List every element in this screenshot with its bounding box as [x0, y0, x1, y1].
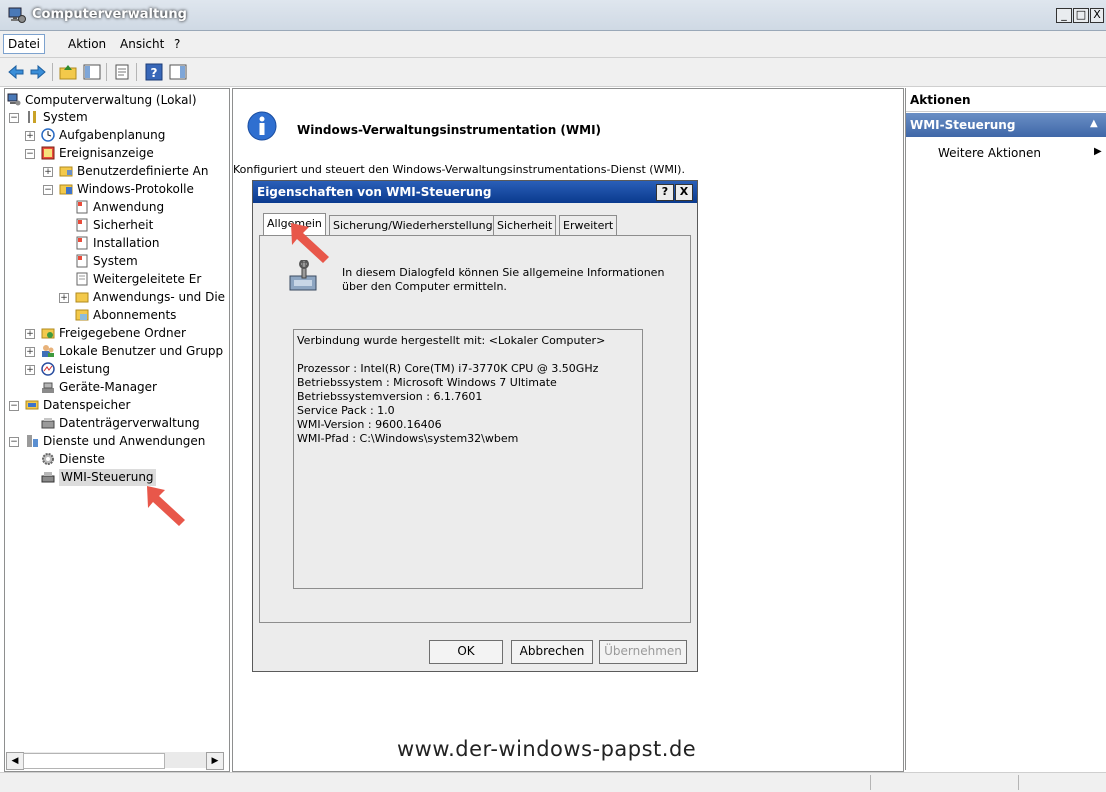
info-connection: Verbindung wurde hergestellt mit: <Lokal… [297, 334, 606, 347]
show-tree-icon[interactable] [82, 62, 102, 82]
actions-section-label: WMI-Steuerung [910, 118, 1016, 132]
status-bar [0, 772, 1106, 792]
intro-line-2: über den Computer ermitteln. [342, 280, 507, 293]
properties-icon[interactable] [112, 62, 132, 82]
menu-bar: Datei Aktion Ansicht ? [0, 31, 1106, 58]
collapse-icon[interactable]: − [9, 113, 19, 123]
red-arrow-icon [147, 486, 185, 526]
tab-sicherheit[interactable]: Sicherheit [493, 215, 557, 236]
menu-ansicht[interactable]: Ansicht [116, 37, 168, 51]
subscription-icon [75, 309, 89, 321]
actions-section-header[interactable]: WMI-Steuerung ▲ [906, 113, 1106, 137]
computer-management-icon [8, 7, 26, 23]
folder-icon [75, 292, 89, 303]
collapse-up-icon[interactable]: ▲ [1090, 118, 1098, 129]
expand-icon[interactable]: + [25, 131, 35, 141]
tree-horizontal-scrollbar[interactable]: ◀ ▶ [6, 752, 224, 770]
menu-datei[interactable]: Datei [3, 34, 46, 54]
expand-icon[interactable]: + [43, 167, 53, 177]
storage-icon [25, 400, 39, 410]
forward-arrow-icon[interactable] [28, 62, 48, 82]
dialog-title: Eigenschaften von WMI-Steuerung [257, 185, 492, 199]
log-icon [76, 236, 88, 250]
help-icon[interactable]: ? [144, 62, 164, 82]
info-wmi-path: WMI-Pfad : C:\Windows\system32\wbem [297, 432, 519, 445]
info-os-version: Betriebssystemversion : 6.1.7601 [297, 390, 483, 403]
red-arrow-icon [291, 223, 329, 263]
info-box: Verbindung wurde hergestellt mit: <Lokal… [293, 329, 643, 589]
tab-erweitert[interactable]: Erweitert [559, 215, 618, 236]
tab-sicherung[interactable]: Sicherung/Wiederherstellung [329, 215, 497, 236]
expand-icon[interactable]: + [25, 329, 35, 339]
users-icon [42, 345, 54, 357]
dialog-close-button[interactable]: X [675, 184, 693, 201]
tools-icon [28, 111, 36, 123]
info-os: Betriebssystem : Microsoft Windows 7 Ult… [297, 376, 557, 389]
wmi-tools-icon [289, 260, 317, 291]
expand-icon[interactable]: + [59, 293, 69, 303]
toolbar: ? [0, 58, 1106, 87]
collapse-icon[interactable]: − [25, 149, 35, 159]
log-icon [76, 200, 88, 214]
maximize-button[interactable]: □ [1073, 8, 1089, 23]
info-service-pack: Service Pack : 1.0 [297, 404, 395, 417]
show-actions-icon[interactable] [168, 62, 188, 82]
menu-aktion[interactable]: Aktion [64, 37, 110, 51]
log-icon [76, 254, 88, 268]
content-description: Konfiguriert und steuert den Windows-Ver… [233, 163, 685, 176]
content-heading: Windows-Verwaltungsinstrumentation (WMI) [297, 123, 602, 137]
actions-more[interactable]: Weitere Aktionen ▶ [906, 144, 1106, 162]
collapse-icon[interactable]: − [9, 401, 19, 411]
info-wmi-version: WMI-Version : 9600.16406 [297, 418, 442, 431]
intro-line-1: In diesem Dialogfeld können Sie allgemei… [342, 266, 665, 279]
navigation-tree: Computerverwaltung (Lokal) − System + Au… [4, 88, 230, 772]
actions-more-label: Weitere Aktionen [938, 146, 1041, 160]
status-divider [870, 775, 871, 790]
dialog-title-bar: Eigenschaften von WMI-Steuerung ? X [253, 181, 697, 203]
log-icon [76, 272, 88, 286]
gear-icon [42, 453, 54, 465]
collapse-icon[interactable]: − [9, 437, 19, 447]
folder-icon [59, 166, 73, 177]
expand-icon[interactable]: + [25, 347, 35, 357]
back-arrow-icon[interactable] [6, 62, 26, 82]
info-processor: Prozessor : Intel(R) Core(TM) i7-3770K C… [297, 362, 599, 375]
scroll-right-icon[interactable]: ▶ [206, 752, 224, 770]
watermark: www.der-windows-papst.de [397, 737, 697, 761]
log-icon [76, 218, 88, 232]
actions-title: Aktionen [906, 93, 1106, 112]
ok-button[interactable]: OK [429, 640, 503, 664]
performance-icon [41, 362, 55, 376]
window-title: Computerverwaltung [32, 7, 187, 22]
info-icon [247, 111, 277, 141]
folder-icon [59, 184, 73, 195]
shared-folder-icon [41, 328, 55, 339]
close-button[interactable]: X [1090, 8, 1104, 23]
properties-dialog: Eigenschaften von WMI-Steuerung ? X Allg… [252, 180, 698, 672]
menu-help[interactable]: ? [170, 37, 184, 51]
computer-management-icon [7, 93, 21, 106]
clock-icon [41, 128, 55, 142]
device-manager-icon [42, 382, 54, 393]
disk-icon [41, 418, 55, 429]
collapse-icon[interactable]: − [43, 185, 53, 195]
apply-button[interactable]: Übernehmen [599, 640, 687, 664]
services-apps-icon [27, 435, 38, 447]
cancel-button[interactable]: Abbrechen [511, 640, 593, 664]
status-divider [1018, 775, 1019, 790]
scroll-left-icon[interactable]: ◀ [6, 752, 24, 770]
minimize-button[interactable]: _ [1056, 8, 1072, 23]
title-bar: Computerverwaltung _ □ X [0, 0, 1106, 31]
actions-pane: Aktionen WMI-Steuerung ▲ Weitere Aktione… [905, 88, 1106, 770]
wmi-icon [41, 472, 55, 483]
up-folder-icon[interactable] [58, 62, 78, 82]
expand-icon[interactable]: + [25, 365, 35, 375]
submenu-arrow-icon: ▶ [1094, 146, 1102, 157]
svg-text:?: ? [151, 66, 158, 80]
scroll-thumb[interactable] [23, 753, 165, 769]
event-viewer-icon [41, 146, 55, 160]
dialog-help-button[interactable]: ? [656, 184, 674, 201]
